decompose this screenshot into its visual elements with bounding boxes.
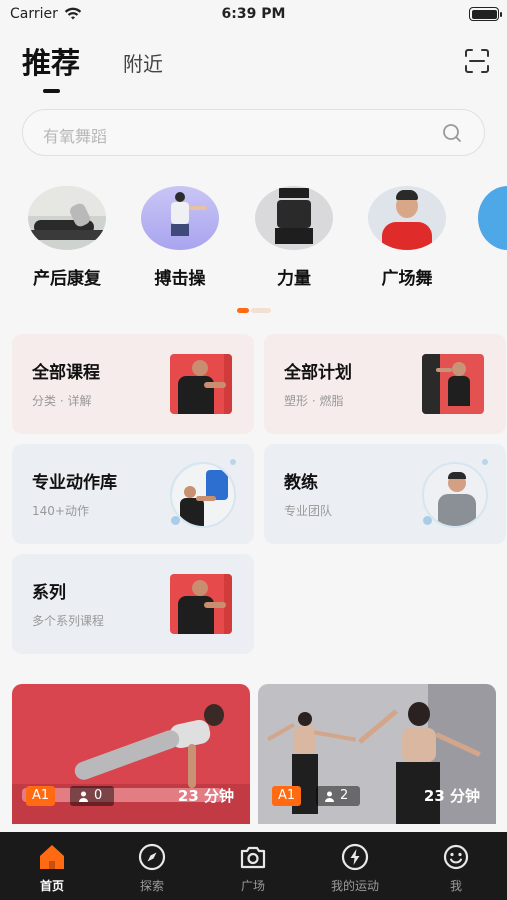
participant-count: 2 (316, 786, 360, 806)
nav-item-me[interactable]: 我 (426, 842, 486, 894)
card-thumbnail (422, 354, 484, 414)
nav-label: 我 (449, 879, 462, 893)
card-all-courses[interactable]: 全部课程 分类 · 详解 (12, 334, 254, 434)
video-duration: 23 分钟 (423, 787, 480, 805)
carousel-indicator (237, 308, 271, 313)
nav-label: 探索 (139, 879, 164, 893)
status-time: 6:39 PM (221, 6, 286, 22)
top-header: 推荐 附近 (0, 36, 507, 96)
card-title: 全部课程 (32, 363, 100, 383)
card-title: 系列 (32, 583, 66, 603)
category-image (368, 186, 446, 250)
level-badge: A1 (272, 786, 302, 806)
card-subtitle: 塑形 · 燃脂 (284, 394, 344, 408)
search-icon[interactable] (442, 123, 462, 143)
nav-item-home[interactable]: 首页 (22, 842, 82, 894)
tab-nearby[interactable]: 附近 (123, 48, 163, 77)
card-exercise-library[interactable]: 专业动作库 140+动作 (12, 444, 254, 544)
home-icon (40, 845, 64, 869)
bottom-nav: 首页 探索 广场 我的运动 我 (0, 832, 507, 900)
nav-label: 广场 (240, 879, 265, 893)
decor-dot (482, 459, 488, 465)
card-series[interactable]: 系列 多个系列课程 (12, 554, 254, 654)
nav-item-my-sports[interactable]: 我的运动 (320, 842, 390, 894)
category-label: 力量 (277, 269, 311, 289)
decor-dot (171, 516, 180, 525)
search-placeholder: 有氧舞蹈 (43, 127, 108, 146)
card-coaches[interactable]: 教练 专业团队 (264, 444, 506, 544)
video-duration: 23 分钟 (177, 787, 234, 805)
category-item-partial[interactable] (478, 186, 507, 250)
category-label: 产后康复 (33, 269, 101, 289)
tab-active-indicator (43, 89, 60, 93)
level-badge: A1 (26, 786, 56, 806)
category-item[interactable]: 力量 (249, 186, 339, 289)
decor-dot (230, 459, 236, 465)
category-item[interactable]: 产后康复 (22, 186, 112, 289)
compass-icon (138, 843, 166, 871)
tab-recommend[interactable]: 推荐 (22, 40, 80, 82)
app-screen: Carrier 6:39 PM 推荐 附近 有氧舞蹈 产后康复 搏击操 力量 广… (0, 0, 507, 900)
card-thumbnail (170, 462, 236, 528)
category-item[interactable]: 搏击操 (135, 186, 225, 289)
participant-count-value: 0 (94, 788, 103, 803)
nav-label: 首页 (39, 879, 64, 893)
category-label: 搏击操 (154, 269, 206, 289)
nav-item-square[interactable]: 广场 (223, 842, 283, 894)
nav-item-explore[interactable]: 探索 (122, 842, 182, 894)
category-item[interactable]: 广场舞 (362, 186, 452, 289)
decor-dot (423, 516, 432, 525)
battery-icon (469, 7, 502, 21)
card-title: 专业动作库 (32, 473, 117, 493)
category-image (255, 186, 333, 250)
category-image (28, 186, 106, 250)
person-icon (79, 791, 88, 802)
smile-icon (443, 844, 469, 870)
card-subtitle: 多个系列课程 (32, 614, 105, 628)
card-title: 全部计划 (284, 363, 352, 383)
participant-count-value: 2 (340, 788, 349, 803)
card-thumbnail (422, 462, 488, 528)
participant-count: 0 (70, 786, 114, 806)
scan-icon[interactable] (464, 48, 490, 74)
card-all-plans[interactable]: 全部计划 塑形 · 燃脂 (264, 334, 506, 434)
category-image (478, 186, 507, 250)
video-card[interactable]: A1 2 23 分钟 (258, 684, 496, 824)
person-icon (325, 791, 334, 802)
card-thumbnail (170, 354, 232, 414)
card-thumbnail (170, 574, 232, 634)
category-image (141, 186, 219, 250)
card-title: 教练 (284, 473, 318, 493)
category-carousel: 产后康复 搏击操 力量 广场舞 (0, 186, 507, 296)
card-subtitle: 专业团队 (284, 504, 333, 518)
category-label: 广场舞 (381, 269, 433, 289)
search-bar[interactable]: 有氧舞蹈 (22, 109, 485, 156)
video-card[interactable]: A1 0 23 分钟 (12, 684, 250, 824)
card-subtitle: 分类 · 详解 (32, 394, 92, 408)
bolt-icon (341, 843, 369, 871)
status-bar: Carrier 6:39 PM (0, 0, 507, 30)
nav-label: 我的运动 (330, 879, 379, 893)
card-subtitle: 140+动作 (32, 504, 89, 518)
camera-icon (240, 846, 266, 869)
